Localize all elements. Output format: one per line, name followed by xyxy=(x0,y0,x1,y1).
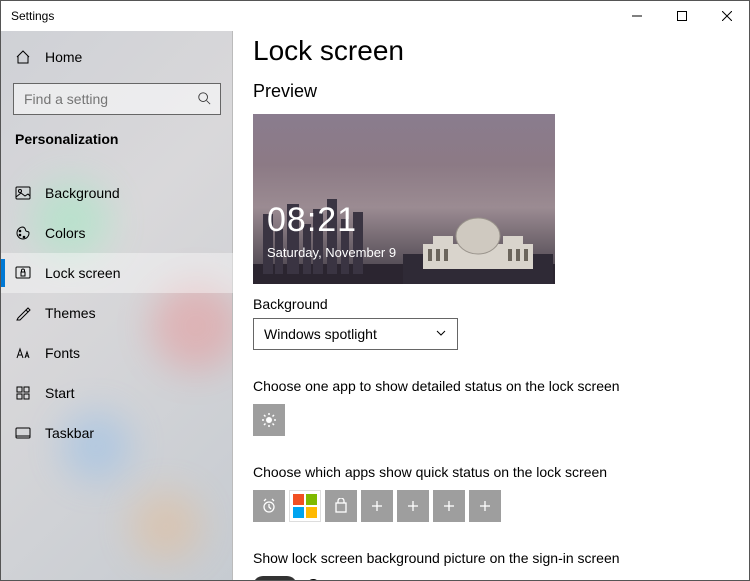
sidebar-item-start[interactable]: Start xyxy=(1,373,233,413)
sidebar-item-background[interactable]: Background xyxy=(1,173,233,213)
signin-picture-label: Show lock screen background picture on t… xyxy=(253,550,749,566)
window-title: Settings xyxy=(11,9,54,23)
sidebar-item-label: Fonts xyxy=(45,345,80,361)
quick-status-add-2[interactable] xyxy=(397,490,429,522)
sidebar-item-label: Taskbar xyxy=(45,425,94,441)
sidebar-item-label: Themes xyxy=(45,305,96,321)
home-button[interactable]: Home xyxy=(1,37,233,77)
close-button[interactable] xyxy=(704,1,749,31)
lock-screen-icon xyxy=(15,265,31,281)
taskbar-icon xyxy=(15,425,31,441)
title-bar: Settings xyxy=(1,1,749,31)
sidebar-item-label: Start xyxy=(45,385,75,401)
sidebar-item-taskbar[interactable]: Taskbar xyxy=(1,413,233,453)
preview-heading: Preview xyxy=(253,81,749,102)
start-icon xyxy=(15,385,31,401)
quick-status-app-microsoft[interactable] xyxy=(289,490,321,522)
quick-status-app-store[interactable] xyxy=(325,490,357,522)
home-label: Home xyxy=(45,49,82,65)
minimize-button[interactable] xyxy=(614,1,659,31)
palette-icon xyxy=(15,225,31,241)
page-title: Lock screen xyxy=(253,35,749,67)
background-select-value: Windows spotlight xyxy=(264,326,377,342)
sidebar-item-label: Colors xyxy=(45,225,85,241)
quick-status-add-4[interactable] xyxy=(469,490,501,522)
sidebar-item-label: Background xyxy=(45,185,120,201)
fonts-icon xyxy=(15,345,31,361)
background-select[interactable]: Windows spotlight xyxy=(253,318,458,350)
lock-screen-preview: 08:21 Saturday, November 9 xyxy=(253,114,555,284)
preview-time: 08:21 xyxy=(267,201,357,240)
sidebar-item-lock-screen[interactable]: Lock screen xyxy=(1,253,233,293)
picture-icon xyxy=(15,185,31,201)
maximize-button[interactable] xyxy=(659,1,704,31)
quick-status-label: Choose which apps show quick status on t… xyxy=(253,464,749,480)
sidebar-item-themes[interactable]: Themes xyxy=(1,293,233,333)
section-heading: Personalization xyxy=(1,115,233,155)
sidebar-item-fonts[interactable]: Fonts xyxy=(1,333,233,373)
quick-status-add-3[interactable] xyxy=(433,490,465,522)
search-icon xyxy=(197,91,211,110)
quick-status-app-alarms[interactable] xyxy=(253,490,285,522)
detailed-status-label: Choose one app to show detailed status o… xyxy=(253,378,749,394)
chevron-down-icon xyxy=(435,326,447,342)
toggle-state-label: On xyxy=(307,577,328,580)
detailed-status-app-weather[interactable] xyxy=(253,404,285,436)
main-panel: Lock screen Preview 08:21 Saturday, Nove… xyxy=(233,31,749,580)
sidebar: Home Personalization Background Colors L… xyxy=(1,31,233,580)
quick-status-add-1[interactable] xyxy=(361,490,393,522)
sidebar-item-colors[interactable]: Colors xyxy=(1,213,233,253)
background-label: Background xyxy=(253,296,749,312)
home-icon xyxy=(15,49,31,65)
sidebar-item-label: Lock screen xyxy=(45,265,120,281)
themes-icon xyxy=(15,305,31,321)
preview-date: Saturday, November 9 xyxy=(267,245,396,260)
search-input[interactable] xyxy=(13,83,221,115)
signin-picture-toggle[interactable] xyxy=(253,576,297,580)
microsoft-logo-icon xyxy=(293,494,317,518)
